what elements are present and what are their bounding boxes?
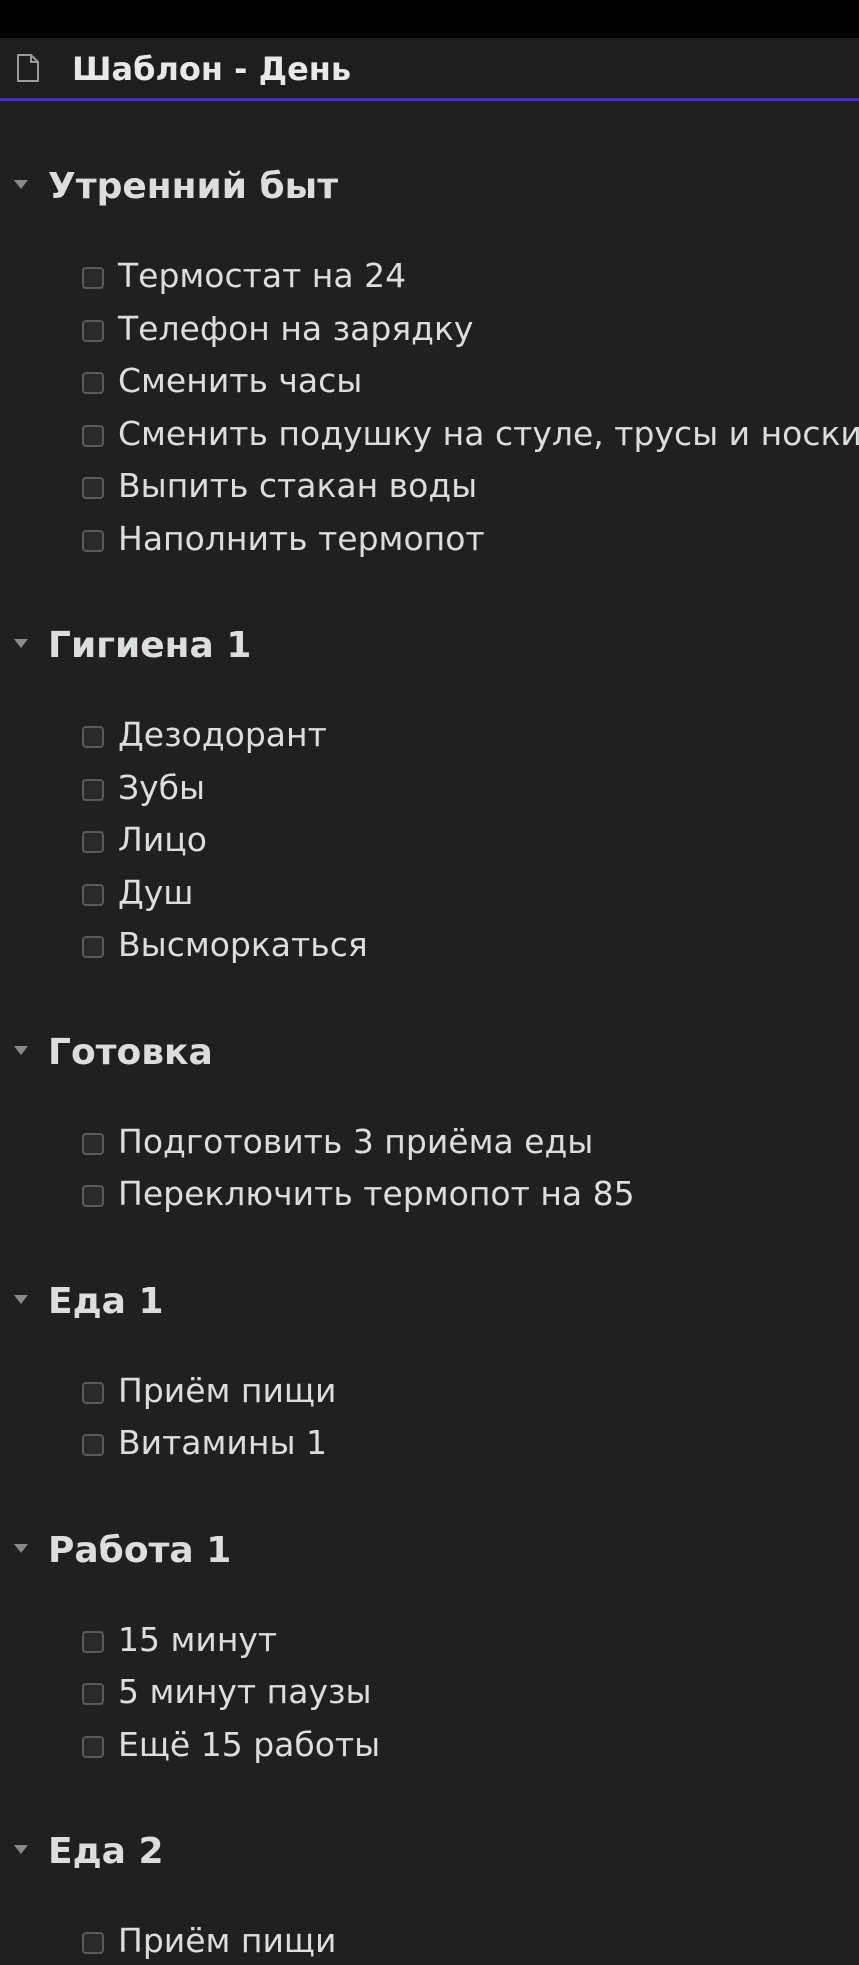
checklist-item: Сменить часы [0, 352, 859, 405]
section-heading-row: Гигиена 1 [0, 616, 859, 676]
section-heading-row: Готовка [0, 1023, 859, 1083]
task-label: Витамины 1 [118, 1423, 327, 1462]
note-content: Утренний быт Термостат на 24 Телефон на за… [0, 101, 859, 1965]
task-label: Приём пищи [118, 1921, 337, 1960]
checklist-item: Телефон на зарядку [0, 300, 859, 353]
section-heading-row: Утренний быт [0, 157, 859, 217]
task-label: Телефон на зарядку [118, 308, 474, 348]
task-label: Наполнить термопот [118, 518, 485, 558]
task-label: Ещё 15 работы [118, 1724, 381, 1764]
task-label: Переключить термопот на 85 [118, 1174, 635, 1213]
task-checkbox[interactable] [82, 1683, 104, 1705]
task-checkbox[interactable] [82, 1185, 104, 1207]
checklist-item: Приём пищи [0, 1362, 859, 1415]
file-icon [16, 53, 40, 83]
task-checkbox[interactable] [82, 1434, 104, 1456]
checklist-item: Дезодорант [0, 706, 859, 759]
section-heading-row: Работа 1 [0, 1521, 859, 1581]
section-heading-row: Еда 2 [0, 1822, 859, 1882]
checklist-item: Приём пищи [0, 1912, 859, 1965]
window-top-bar [0, 0, 859, 38]
task-checkbox[interactable] [82, 831, 104, 853]
section-heading: Еда 2 [48, 1831, 164, 1872]
section: Еда 1 Приём пищи Витамины 1 [0, 1272, 859, 1467]
checklist-item: Термостат на 24 [0, 247, 859, 300]
checklist-item: Зубы [0, 759, 859, 812]
task-label: Лицо [118, 820, 207, 859]
task-checkbox[interactable] [82, 778, 104, 801]
checklist-item: 5 минут паузы [0, 1663, 859, 1716]
checklist: Приём пищи Витамины 1 [0, 1332, 859, 1467]
checklist-item: Выпить стакан воды [0, 457, 859, 510]
section: Утренний быт Термостат на 24 Телефон на за… [0, 157, 859, 562]
section: Работа 1 15 минут 5 минут паузы Ещё 15 рабо… [0, 1521, 859, 1769]
task-checkbox[interactable] [82, 267, 104, 289]
task-checkbox[interactable] [82, 1932, 104, 1954]
checklist: Термостат на 24 Телефон на зарядку Сменить… [0, 217, 859, 562]
checklist: 15 минут 5 минут паузы Ещё 15 работы [0, 1581, 859, 1769]
task-label: Подготовить 3 приёма еды [118, 1121, 594, 1161]
collapse-arrow-icon[interactable] [14, 1845, 28, 1854]
collapse-arrow-icon[interactable] [14, 1294, 28, 1304]
task-checkbox[interactable] [82, 424, 104, 447]
section-heading: Готовка [48, 1031, 213, 1073]
section-heading: Утренний быт [48, 166, 339, 207]
collapse-arrow-icon[interactable] [14, 180, 28, 189]
task-checkbox[interactable] [82, 1630, 104, 1653]
collapse-arrow-icon[interactable] [14, 639, 28, 648]
section-heading: Еда 1 [48, 1280, 164, 1322]
section-heading: Работа 1 [48, 1529, 232, 1571]
task-checkbox[interactable] [82, 936, 104, 958]
task-checkbox[interactable] [82, 726, 104, 748]
task-label: Сменить часы [118, 361, 363, 400]
task-checkbox[interactable] [82, 1735, 104, 1758]
checklist: Дезодорант Зубы Лицо Душ Высморкаться [0, 676, 859, 969]
task-checkbox[interactable] [82, 372, 104, 394]
checklist-item: Подготовить 3 приёма еды [0, 1113, 859, 1166]
task-checkbox[interactable] [82, 477, 104, 499]
note-header: Шаблон - День [0, 38, 859, 101]
checklist-item: Высморкаться [0, 916, 859, 969]
checklist-item: Сменить подушку на стуле, трусы и носки [0, 405, 859, 458]
section: Еда 2 Приём пищи [0, 1822, 859, 1965]
task-checkbox[interactable] [82, 883, 104, 906]
section-heading: Гигиена 1 [48, 625, 252, 666]
collapse-arrow-icon[interactable] [14, 1045, 28, 1055]
task-label: Приём пищи [118, 1370, 337, 1410]
task-label: Термостат на 24 [118, 256, 407, 295]
section: Гигиена 1 Дезодорант Зубы Лицо Душ Высморкать… [0, 616, 859, 969]
task-label: Зубы [118, 767, 206, 807]
checklist-item: Душ [0, 864, 859, 917]
section-heading-row: Еда 1 [0, 1272, 859, 1332]
task-checkbox[interactable] [82, 1381, 104, 1404]
checklist: Подготовить 3 приёма еды Переключить терм… [0, 1083, 859, 1218]
task-label: 5 минут паузы [118, 1672, 372, 1711]
task-label: Выпить стакан воды [118, 466, 478, 505]
note-title[interactable]: Шаблон - День [72, 49, 351, 89]
checklist-item: Ещё 15 работы [0, 1716, 859, 1769]
checklist-item: Лицо [0, 811, 859, 864]
task-label: Высморкаться [118, 925, 368, 964]
task-checkbox[interactable] [82, 319, 104, 342]
checklist-item: Переключить термопот на 85 [0, 1165, 859, 1218]
checklist: Приём пищи [0, 1882, 859, 1965]
checklist-item: 15 минут [0, 1611, 859, 1664]
checklist-item: Витамины 1 [0, 1414, 859, 1467]
task-checkbox[interactable] [82, 1132, 104, 1155]
task-label: Душ [118, 872, 194, 912]
collapse-arrow-icon[interactable] [14, 1543, 28, 1553]
task-label: Дезодорант [118, 715, 327, 754]
checklist-item: Наполнить термопот [0, 510, 859, 563]
task-label: Сменить подушку на стуле, трусы и носки [118, 413, 859, 453]
task-checkbox[interactable] [82, 529, 104, 552]
section: Готовка Подготовить 3 приёма еды Переключи… [0, 1023, 859, 1218]
task-label: 15 минут [118, 1619, 278, 1659]
